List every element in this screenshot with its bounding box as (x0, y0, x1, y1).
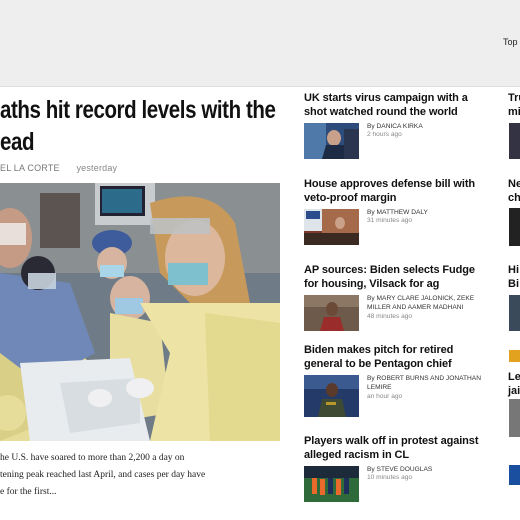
story-thumbnail[interactable] (304, 209, 359, 245)
right-story-title[interactable]: Ne ch (508, 178, 520, 205)
right-title-line[interactable]: Le (508, 371, 520, 385)
story-byline: By STEVE DOUGLAS (367, 465, 482, 474)
right-title-line[interactable]: ch (508, 192, 520, 206)
story-thumbnail[interactable] (304, 375, 359, 417)
story-item[interactable]: Biden makes pitch for retired general to… (304, 344, 484, 417)
accent-badge (509, 350, 520, 362)
right-title-line[interactable]: Hi (508, 264, 519, 278)
right-story-title[interactable]: Tru mi (508, 92, 520, 119)
main-author[interactable]: EL LA CORTE (0, 163, 60, 173)
right-title-line[interactable]: jai (508, 385, 520, 399)
story-timestamp: an hour ago (367, 393, 403, 400)
main-headline-line1[interactable]: aths hit record levels with the (0, 94, 287, 126)
main-summary-text: he U.S. have soared to more than 2,200 a… (0, 453, 206, 497)
soccer-players-image (304, 466, 359, 502)
story-item[interactable]: House approves defense bill with veto-pr… (304, 178, 484, 245)
story-title[interactable]: House approves defense bill with veto-pr… (304, 178, 484, 205)
story-title[interactable]: Biden makes pitch for retired general to… (304, 344, 484, 371)
story-byline: By DANICA KIRKA (367, 122, 482, 131)
story-item[interactable]: Players walk off in protest against alle… (304, 435, 484, 502)
site-header: Top S (0, 0, 520, 87)
main-timestamp: yesterday (76, 163, 118, 173)
story-title[interactable]: Players walk off in protest against alle… (304, 435, 484, 462)
main-story-photo[interactable] (0, 183, 280, 441)
story-author[interactable]: STEVE DOUGLAS (377, 466, 433, 473)
story-author[interactable]: ROBERT BURNS and JONATHAN LEMIRE (367, 375, 481, 391)
right-story-thumbnail[interactable] (509, 123, 520, 159)
story-timestamp: 48 minutes ago (367, 313, 413, 320)
story-author[interactable]: MARY CLARE JALONICK, ZEKE MILLER and AAM… (367, 295, 474, 311)
story-thumbnail[interactable] (304, 123, 359, 159)
byline-prefix: By (367, 466, 375, 473)
right-story-thumbnail[interactable] (509, 295, 520, 331)
right-title-line[interactable]: Tru (508, 92, 520, 106)
top-stories-link[interactable]: Top S (503, 37, 520, 47)
story-byline: By MATTHEW DALY (367, 208, 482, 217)
story-title[interactable]: UK starts virus campaign with a shot wat… (304, 92, 484, 119)
main-headline[interactable]: aths hit record levels with the ead (0, 94, 287, 158)
house-chamber-image (304, 209, 359, 245)
right-story-title[interactable]: Hi Bi (508, 264, 519, 291)
story-author[interactable]: DANICA KIRKA (377, 123, 423, 130)
fudge-portrait-image (304, 295, 359, 331)
right-story-thumbnail[interactable] (509, 208, 520, 246)
right-story-thumbnail[interactable] (509, 399, 520, 437)
promo-box[interactable] (509, 465, 520, 485)
story-byline: By ROBERT BURNS and JONATHAN LEMIRE (367, 374, 482, 392)
right-title-line[interactable]: mi (508, 106, 520, 120)
main-headline-line2[interactable]: ead (0, 126, 287, 158)
right-title-line[interactable]: Ne (508, 178, 520, 192)
story-timestamp: 10 minutes ago (367, 474, 413, 481)
story-item[interactable]: UK starts virus campaign with a shot wat… (304, 92, 484, 159)
byline-prefix: By (367, 123, 375, 130)
vaccine-image (304, 123, 359, 159)
byline-prefix: By (367, 375, 375, 382)
story-timestamp: 31 minutes ago (367, 217, 413, 224)
story-timestamp: 2 hours ago (367, 131, 402, 138)
story-title[interactable]: AP sources: Biden selects Fudge for hous… (304, 264, 484, 291)
story-byline: By MARY CLARE JALONICK, ZEKE MILLER and … (367, 294, 482, 312)
story-author[interactable]: MATTHEW DALY (377, 209, 428, 216)
right-title-line[interactable]: Bi (508, 278, 519, 292)
story-item[interactable]: AP sources: Biden selects Fudge for hous… (304, 264, 484, 331)
byline-prefix: By (367, 209, 375, 216)
byline-prefix: By (367, 295, 375, 302)
main-byline: EL LA CORTE yesterday (0, 163, 117, 173)
story-thumbnail[interactable] (304, 466, 359, 502)
main-summary: he U.S. have soared to more than 2,200 a… (0, 450, 230, 501)
story-thumbnail[interactable] (304, 295, 359, 331)
general-austin-image (304, 375, 359, 417)
right-story-title[interactable]: Le jai (508, 371, 520, 398)
medical-workers-image (0, 183, 280, 441)
